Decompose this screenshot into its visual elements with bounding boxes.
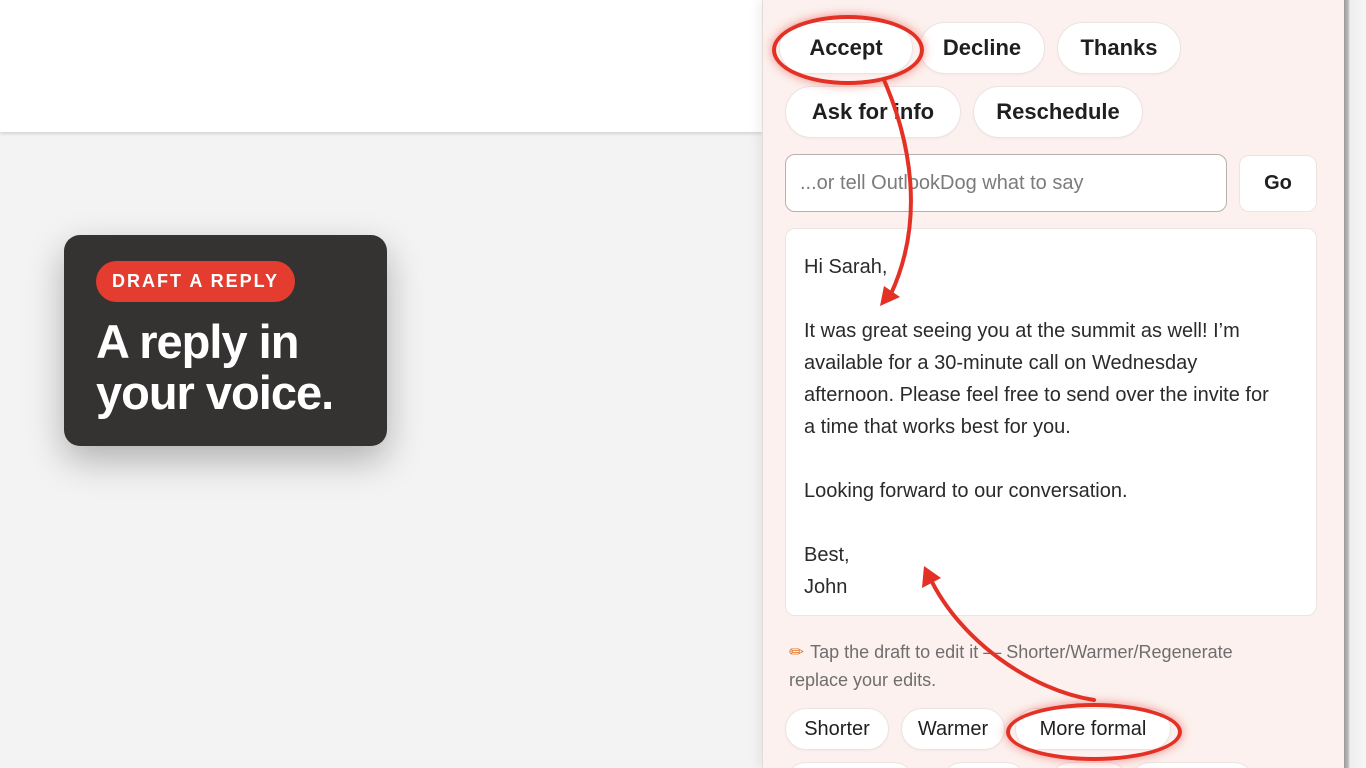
ask-for-info-button[interactable]: Ask for info bbox=[785, 86, 961, 138]
decline-button[interactable]: Decline bbox=[919, 22, 1045, 74]
draft-signoff: Best, bbox=[804, 544, 850, 566]
draft-body-line: It was great seeing you at the summit as… bbox=[804, 320, 1240, 342]
go-button[interactable]: Go bbox=[1239, 155, 1317, 212]
headline-line-1: A reply in bbox=[96, 315, 299, 368]
draft-body-line: available for a 30-minute call on Wednes… bbox=[804, 352, 1198, 374]
regenerate-button-partial[interactable] bbox=[785, 762, 915, 768]
warmer-button[interactable]: Warmer bbox=[901, 708, 1005, 750]
draft-closing: Looking forward to our conversation. bbox=[804, 480, 1128, 502]
feature-badge: DRAFT A REPLY bbox=[96, 261, 296, 302]
draft-body-line: afternoon. Please feel free to send over… bbox=[804, 384, 1269, 406]
feature-callout: DRAFT A REPLY A reply in your voice. bbox=[64, 235, 387, 446]
edit-tip-line-2: replace your edits. bbox=[789, 670, 937, 690]
email-header-card bbox=[0, 0, 762, 132]
pane-scrollbar[interactable] bbox=[1344, 0, 1366, 768]
edit-tip-line-1: Tap the draft to edit it — Shorter/Warme… bbox=[810, 642, 1233, 662]
tone-button-partial[interactable] bbox=[1049, 762, 1129, 768]
more-formal-button[interactable]: More formal bbox=[1015, 708, 1171, 750]
reschedule-button[interactable]: Reschedule bbox=[973, 86, 1143, 138]
headline-line-2: your voice. bbox=[96, 366, 334, 419]
draft-greeting: Hi Sarah, bbox=[804, 256, 888, 278]
pencil-icon: ✏ bbox=[789, 642, 805, 662]
instruction-input[interactable] bbox=[785, 154, 1227, 212]
feature-headline: A reply in your voice. bbox=[96, 316, 355, 418]
draft-reply-editor[interactable]: Hi Sarah, It was great seeing you at the… bbox=[785, 228, 1317, 616]
outlookdog-reply-pane: Accept Decline Thanks Ask for info Resch… bbox=[762, 0, 1345, 768]
tone-button-partial[interactable] bbox=[941, 762, 1027, 768]
shorter-button[interactable]: Shorter bbox=[785, 708, 889, 750]
tone-button-partial[interactable] bbox=[1129, 762, 1255, 768]
thanks-button[interactable]: Thanks bbox=[1057, 22, 1181, 74]
draft-body-line: a time that works best for you. bbox=[804, 416, 1071, 438]
accept-button[interactable]: Accept bbox=[779, 22, 913, 74]
draft-name: John bbox=[804, 576, 848, 598]
edit-tip: ✏ Tap the draft to edit it — Shorter/Warm… bbox=[789, 638, 1309, 694]
